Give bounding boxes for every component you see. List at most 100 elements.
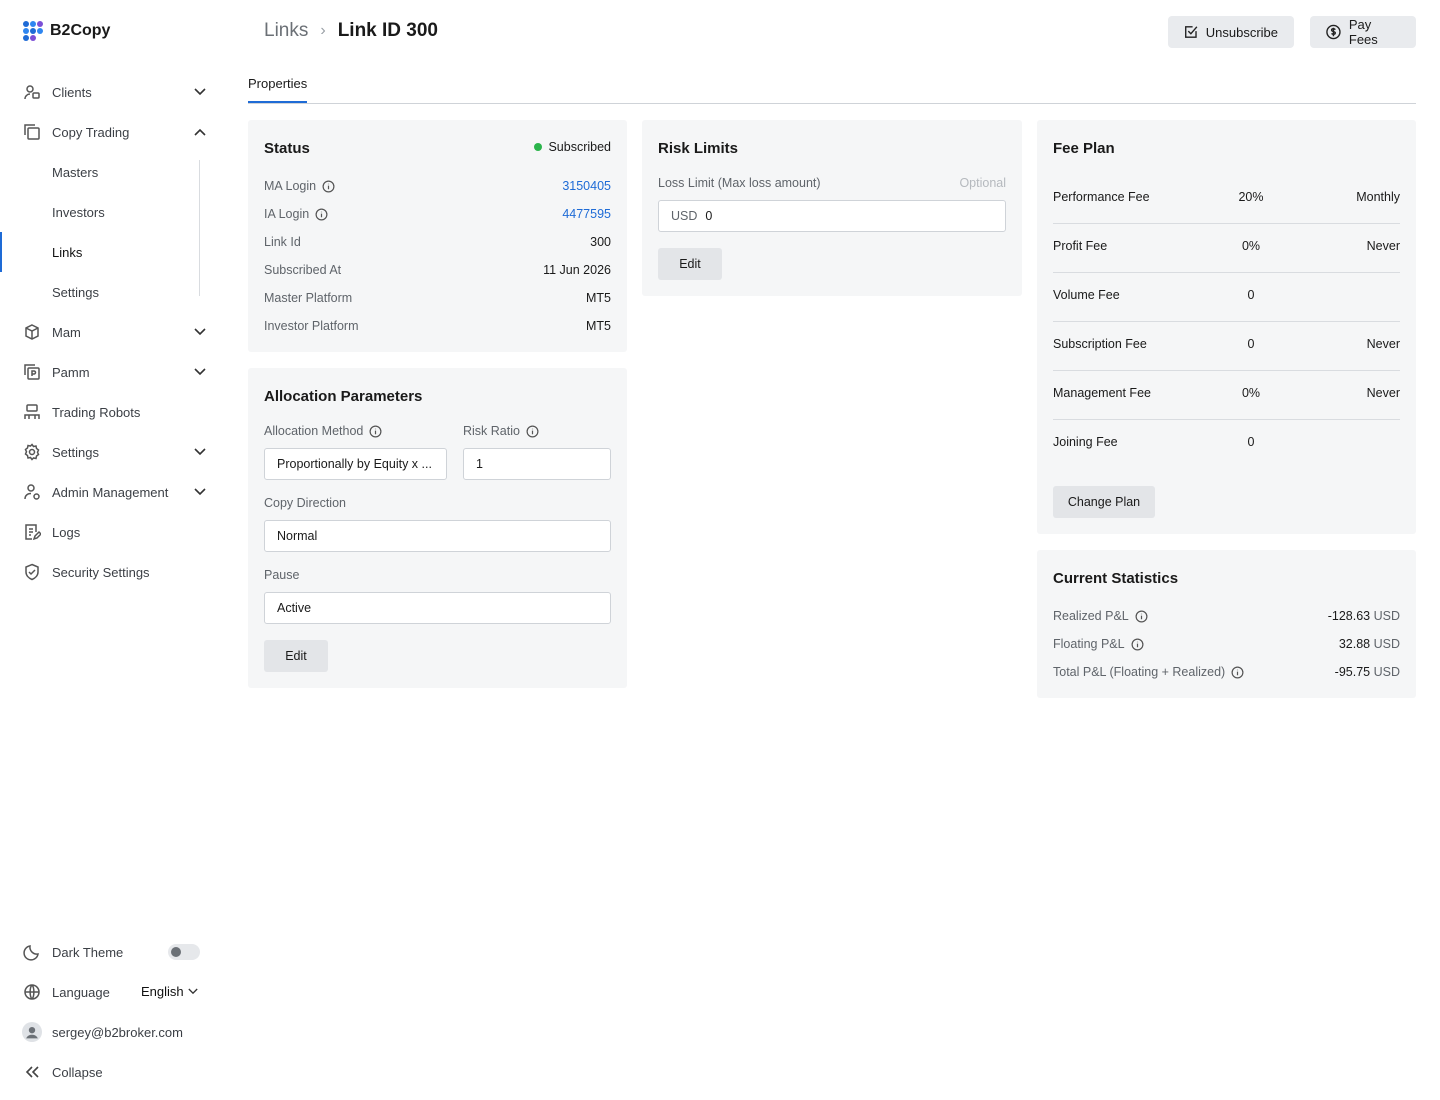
sidebar-item-trading-robots[interactable]: Trading Robots [0,392,224,432]
sidebar-item-settings[interactable]: Settings [0,432,224,472]
dark-theme-toggle[interactable] [168,944,200,960]
pay-fees-button[interactable]: Pay Fees [1310,16,1416,48]
collapse-button[interactable]: Collapse [0,1052,224,1092]
sidebar-item-label: Mam [52,324,81,340]
ma-login-link[interactable]: 3150405 [562,179,611,193]
sidebar-subitem-label: Masters [52,164,99,180]
fee-amount: 0 [1247,337,1255,351]
pay-fees-label: Pay Fees [1348,17,1378,47]
ia-login-link[interactable]: 4477595 [562,207,611,221]
optional-hint: Optional [959,176,1006,190]
sidebar-subitem-settings[interactable]: Settings [0,272,224,312]
row-label: MA Login [264,179,317,193]
fee-name: Joining Fee [1053,435,1118,449]
sidebar-subitem-links[interactable]: Links [0,232,224,272]
sidebar-item-label: Trading Robots [52,404,141,420]
gear-icon [22,442,42,462]
info-icon[interactable] [1135,610,1148,623]
stat-value: -128.63 [1327,609,1371,623]
risk-limits-card: Risk Limits Loss Limit (Max loss amount)… [642,120,1022,296]
stat-label: Total P&L (Floating + Realized) [1053,665,1226,679]
moon-icon [22,942,42,962]
b2copy-logo-icon [23,21,43,41]
loss-limit-input[interactable]: USD 0 [658,200,1006,232]
loss-limit-value: 0 [705,209,713,223]
status-row-ia-login: IA Login 4477595 [264,204,611,224]
sidebar-subitem-label: Links [52,244,83,260]
chevron-down-icon [192,484,208,500]
statistics-card-title: Current Statistics [1053,570,1179,587]
currency-prefix: USD [671,209,698,223]
copy-trading-icon [22,122,42,142]
row-label: Link Id [264,235,301,249]
sidebar-item-pamm[interactable]: Pamm [0,352,224,392]
risk-ratio-label-text: Risk Ratio [463,424,520,438]
risk-edit-button[interactable]: Edit [658,248,722,280]
chevron-down-icon [192,324,208,340]
sidebar-subitem-masters[interactable]: Masters [0,152,224,192]
info-icon[interactable] [322,180,335,193]
fee-name: Profit Fee [1053,239,1108,253]
breadcrumb: Links › Link ID 300 [264,20,438,42]
allocation-method-field[interactable]: Proportionally by Equity x ... [264,448,447,480]
copy-direction-field[interactable]: Normal [264,520,611,552]
user-row[interactable]: sergey@b2broker.com [0,1012,224,1052]
info-icon[interactable] [315,208,328,221]
sidebar-item-logs[interactable]: Logs [0,512,224,552]
collapse-label: Collapse [52,1064,103,1080]
language-select[interactable]: English [141,984,198,999]
unsubscribe-button[interactable]: Unsubscribe [1168,16,1294,48]
info-icon[interactable] [369,425,382,438]
info-icon[interactable] [1231,666,1244,679]
pause-field[interactable]: Active [264,592,611,624]
language-value: English [141,984,184,999]
status-card-title: Status [264,140,310,157]
row-label: Subscribed At [264,263,342,277]
tab-properties[interactable]: Properties [248,76,308,103]
risk-limits-card-title: Risk Limits [658,140,739,157]
info-icon[interactable] [526,425,539,438]
risk-ratio-label: Risk Ratio [463,424,539,438]
sidebar-subitem-investors[interactable]: Investors [0,192,224,232]
sidebar-item-clients[interactable]: Clients [0,72,224,112]
fee-row-joining: Joining Fee 0 [1053,420,1400,469]
mam-icon [22,322,42,342]
shield-icon [22,562,42,582]
fee-plan-card: Fee Plan Performance Fee 20% Monthly Pro… [1037,120,1416,534]
risk-ratio-field[interactable]: 1 [463,448,611,480]
info-icon[interactable] [1131,638,1144,651]
admin-icon [22,482,42,502]
clients-icon [22,82,42,102]
status-dot-icon [534,143,543,151]
fee-row-performance: Performance Fee 20% Monthly [1053,175,1400,224]
fee-row-subscription: Subscription Fee 0 Never [1053,322,1400,371]
fee-amount: 20% [1238,190,1264,204]
sidebar-item-security-settings[interactable]: Security Settings [0,552,224,592]
copy-direction-label: Copy Direction [264,496,346,510]
row-value: 11 Jun 2026 [543,263,611,277]
stat-row-realized: Realized P&L -128.63 USD [1053,606,1400,626]
logo[interactable]: B2Copy [22,20,110,42]
row-value: MT5 [586,291,611,305]
row-value: MT5 [586,319,611,333]
pause-label: Pause [264,568,300,582]
sidebar-item-label: Security Settings [52,564,150,580]
stat-label: Floating P&L [1053,637,1125,651]
statistics-card: Current Statistics Realized P&L -128.63 … [1037,550,1416,698]
sidebar-item-admin-management[interactable]: Admin Management [0,472,224,512]
stat-unit: USD [1373,665,1400,679]
sidebar-item-copy-trading[interactable]: Copy Trading [0,112,224,152]
allocation-edit-button[interactable]: Edit [264,640,328,672]
sidebar-subitem-label: Investors [52,204,105,220]
sidebar-item-label: Logs [52,524,81,540]
sidebar-item-mam[interactable]: Mam [0,312,224,352]
breadcrumb-links[interactable]: Links [264,20,308,42]
fee-amount: 0% [1241,239,1261,253]
chevron-up-icon [192,124,208,140]
avatar [22,1022,42,1042]
sidebar-item-label: Admin Management [52,484,169,500]
app-name: B2Copy [50,22,111,39]
trading-robots-icon [22,402,42,422]
change-plan-button[interactable]: Change Plan [1053,486,1155,518]
fee-name: Volume Fee [1053,288,1120,302]
